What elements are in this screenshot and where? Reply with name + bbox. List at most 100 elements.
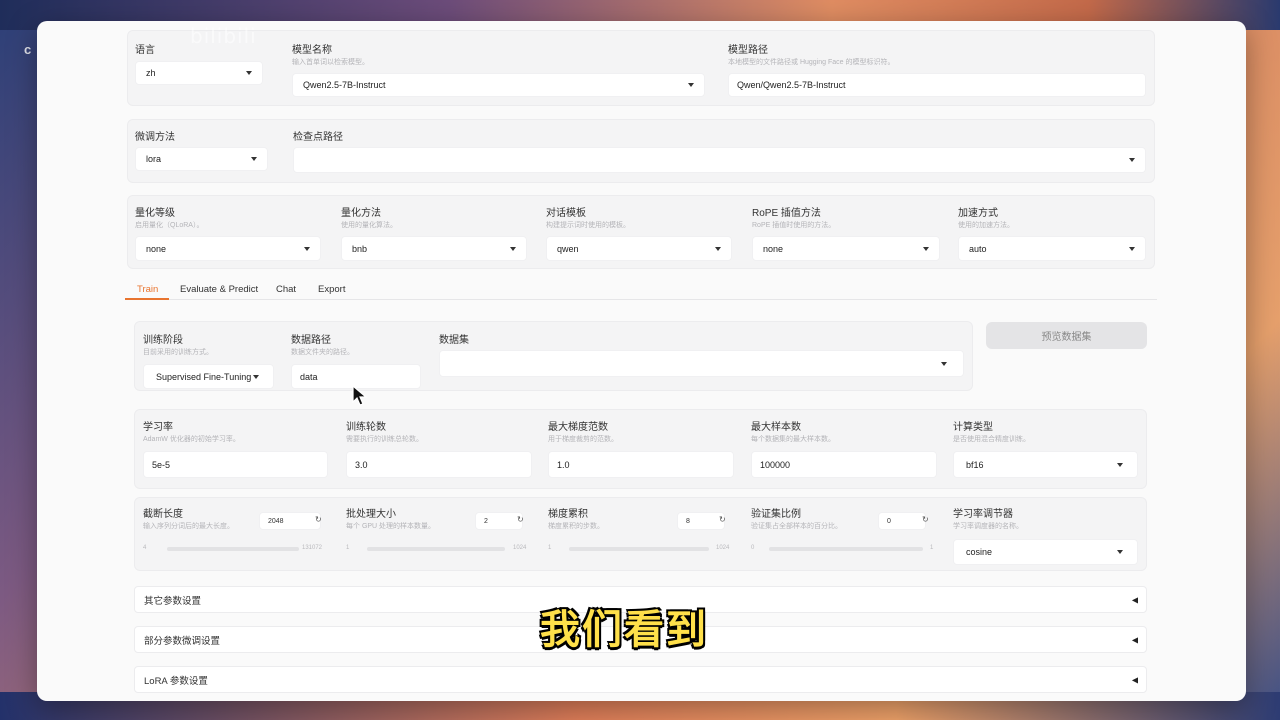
video-subtitle: 我们看到 — [540, 607, 708, 653]
model-path-label: 模型路径 — [728, 45, 768, 56]
tab-train[interactable]: Train — [137, 284, 158, 295]
batch-size-input[interactable]: 2 — [475, 512, 523, 530]
chevron-down-icon — [941, 361, 947, 366]
batch-size-min: 1 — [346, 545, 350, 551]
epochs-hint: 需要执行的训练总轮数。 — [346, 436, 423, 443]
grad-accum-input[interactable]: 8 — [677, 512, 725, 530]
reset-icon[interactable]: ↻ — [719, 515, 726, 524]
tabs-divider — [125, 299, 1157, 300]
booster-value: auto — [969, 243, 987, 254]
reset-icon[interactable]: ↻ — [922, 515, 929, 524]
model-path-hint: 本地模型的文件路径或 Hugging Face 的模型标识符。 — [728, 59, 895, 66]
cutoff-len-input[interactable]: 2048 — [259, 512, 321, 530]
model-name-label: 模型名称 — [292, 45, 332, 56]
grad-accum-slider[interactable] — [569, 547, 709, 551]
lang-label: 语言 — [135, 45, 155, 56]
max-grad-norm-input[interactable]: 1.0 — [548, 451, 734, 478]
scheduler-label: 学习率调节器 — [953, 509, 1013, 520]
val-size-input[interactable]: 0 — [878, 512, 926, 530]
model-name-value: Qwen2.5-7B-Instruct — [303, 80, 386, 90]
dataset-dir-hint: 数据文件夹的路径。 — [291, 349, 354, 356]
chevron-down-icon — [510, 246, 516, 251]
chevron-down-icon — [1129, 246, 1135, 251]
chevron-down-icon — [923, 246, 929, 251]
template-select[interactable]: qwen — [546, 236, 732, 261]
accordion-label: 其它参数设置 — [144, 595, 202, 607]
lr-label: 学习率 — [143, 422, 173, 433]
batch-size-max: 1024 — [513, 545, 527, 551]
quant-bit-hint: 启用量化（QLoRA）。 — [135, 222, 204, 229]
reset-icon[interactable]: ↻ — [517, 515, 524, 524]
val-size-max: 1 — [930, 545, 934, 551]
compute-type-value: bf16 — [966, 459, 984, 470]
compute-type-select[interactable]: bf16 — [953, 451, 1138, 478]
model-path-input[interactable]: Qwen/Qwen2.5-7B-Instruct — [728, 73, 1146, 97]
quant-bit-value: none — [146, 243, 167, 254]
rope-select[interactable]: none — [752, 236, 940, 261]
accordion-label: LoRA 参数设置 — [144, 675, 208, 687]
tab-chat[interactable]: Chat — [276, 284, 296, 295]
dataset-dir-label: 数据路径 — [291, 335, 331, 346]
triangle-left-icon: ◀ — [1131, 675, 1138, 684]
video-watermark: bilibili — [190, 24, 257, 48]
val-size-hint: 验证集占全部样本的百分比。 — [751, 523, 842, 530]
stage-value: Supervised Fine-Tuning — [156, 371, 252, 382]
accordion-label: 部分参数微调设置 — [144, 635, 221, 647]
lr-input[interactable]: 5e-5 — [143, 451, 328, 478]
booster-select[interactable]: auto — [958, 236, 1146, 261]
chevron-down-icon — [1117, 550, 1123, 554]
finetune-select[interactable]: lora — [135, 147, 268, 171]
lang-select[interactable]: zh — [135, 61, 263, 85]
booster-hint: 使用的加速方法。 — [958, 222, 1014, 229]
stage-select[interactable]: Supervised Fine-Tuning — [143, 364, 274, 389]
model-path-value: Qwen/Qwen2.5-7B-Instruct — [737, 80, 846, 90]
scheduler-select[interactable]: cosine — [953, 539, 1138, 565]
checkpoint-select[interactable] — [293, 147, 1146, 173]
val-size-value: 0 — [887, 517, 891, 525]
cutoff-len-slider[interactable] — [167, 547, 299, 551]
batch-size-label: 批处理大小 — [346, 509, 396, 520]
quant-method-select[interactable]: bnb — [341, 236, 527, 261]
reset-icon[interactable]: ↻ — [315, 515, 322, 524]
grad-accum-value: 8 — [686, 517, 690, 525]
model-name-hint: 输入首单词以检索模型。 — [292, 59, 369, 66]
chevron-down-icon — [715, 246, 721, 251]
triangle-left-icon: ◀ — [1131, 635, 1138, 644]
cutoff-len-hint: 输入序列分词后的最大长度。 — [143, 523, 234, 530]
chevron-down-icon — [688, 83, 694, 87]
template-label: 对话模板 — [546, 208, 586, 219]
chevron-down-icon — [246, 71, 252, 75]
screen-label: c — [24, 42, 32, 57]
tab-export[interactable]: Export — [318, 284, 345, 295]
rope-hint: RoPE 插值时使用的方法。 — [752, 222, 836, 229]
preview-dataset-button[interactable]: 预览数据集 — [986, 322, 1147, 349]
stage-hint: 目前采用的训练方式。 — [143, 349, 213, 356]
chevron-down-icon — [253, 374, 259, 379]
model-name-select[interactable]: Qwen2.5-7B-Instruct — [292, 73, 705, 97]
triangle-left-icon: ◀ — [1131, 595, 1138, 604]
val-size-min: 0 — [751, 545, 755, 551]
lr-value: 5e-5 — [152, 459, 171, 470]
quant-bit-select[interactable]: none — [135, 236, 321, 261]
grad-accum-label: 梯度累积 — [548, 509, 588, 520]
accordion-lora-settings[interactable]: LoRA 参数设置 ◀ — [134, 666, 1147, 693]
max-samples-label: 最大样本数 — [751, 422, 801, 433]
max-grad-norm-label: 最大梯度范数 — [548, 422, 608, 433]
stage-label: 训练阶段 — [143, 335, 183, 346]
val-size-slider[interactable] — [769, 547, 923, 551]
mouse-cursor-icon — [352, 385, 368, 406]
max-samples-input[interactable]: 100000 — [751, 451, 937, 478]
finetune-value: lora — [146, 154, 162, 164]
tab-active-indicator — [125, 298, 169, 300]
epochs-input[interactable]: 3.0 — [346, 451, 532, 478]
tab-evaluate-predict[interactable]: Evaluate & Predict — [180, 284, 258, 295]
dataset-select[interactable] — [439, 350, 964, 377]
batch-size-slider[interactable] — [367, 547, 505, 551]
compute-type-label: 计算类型 — [953, 422, 993, 433]
dataset-label: 数据集 — [439, 335, 469, 346]
quant-method-value: bnb — [352, 243, 368, 254]
max-samples-value: 100000 — [760, 459, 791, 470]
quant-method-label: 量化方法 — [341, 208, 381, 219]
cutoff-len-min: 4 — [143, 545, 147, 551]
chevron-down-icon — [304, 246, 310, 251]
